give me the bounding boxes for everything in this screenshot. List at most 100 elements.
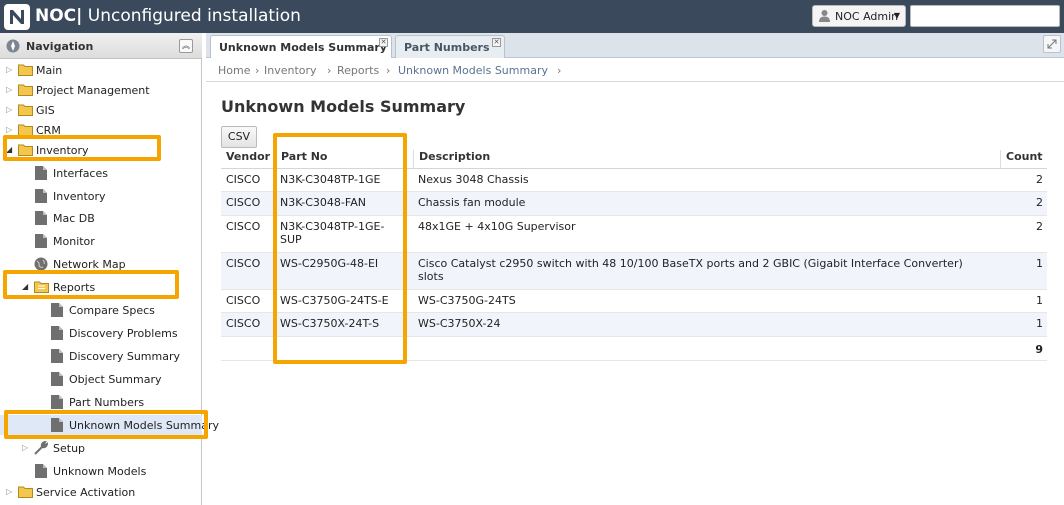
cell-count: 2 <box>1036 196 1043 209</box>
nav-item-mac-db[interactable]: Mac DB <box>0 208 202 228</box>
document-icon <box>51 395 63 409</box>
document-icon <box>51 326 63 340</box>
expand-arrow-icon[interactable]: ▷ <box>22 443 28 452</box>
nav-item-label: Inventory <box>53 190 106 203</box>
expand-arrow-icon[interactable]: ▷ <box>6 105 12 114</box>
navigation-icon <box>6 39 20 53</box>
tab-part-numbers[interactable]: Part Numbers ✕ <box>395 35 505 58</box>
cell-vendor: CISCO <box>226 196 261 209</box>
highlight-reports <box>3 270 179 299</box>
noc-logo-icon[interactable] <box>4 4 30 30</box>
breadcrumb-inventory[interactable]: Inventory <box>264 64 317 77</box>
breadcrumb-separator: › <box>386 64 391 77</box>
cell-count: 1 <box>1036 257 1043 270</box>
nav-item-label: Part Numbers <box>69 396 145 409</box>
navigation-title: Navigation <box>26 40 94 53</box>
breadcrumb-current[interactable]: Unknown Models Summary <box>398 64 548 77</box>
column-separator <box>1000 150 1001 168</box>
nav-item-label: Monitor <box>53 235 95 248</box>
close-icon[interactable]: ✕ <box>492 38 501 47</box>
nav-item-label: Main <box>36 64 63 77</box>
nav-item-label: Project Management <box>36 84 150 97</box>
nav-item-discovery-summary[interactable]: Discovery Summary <box>0 346 202 366</box>
tab-label: Unknown Models Summary <box>219 41 387 54</box>
nav-item-service-activation[interactable]: ▷ Service Activation <box>0 482 202 502</box>
column-header-description[interactable]: Description <box>419 150 490 168</box>
folder-icon <box>18 64 33 76</box>
nav-item-monitor[interactable]: Monitor <box>0 231 202 251</box>
close-icon[interactable]: ✕ <box>379 38 388 47</box>
wrench-icon <box>34 441 48 455</box>
column-header-count[interactable]: Count <box>1006 150 1043 168</box>
document-icon <box>51 349 63 363</box>
user-icon <box>819 10 830 22</box>
collapse-panel-button[interactable]: ︽ <box>179 39 193 53</box>
cell-count: 2 <box>1036 173 1043 186</box>
highlight-unknown-models-summary <box>4 410 208 439</box>
expand-arrow-icon[interactable]: ▷ <box>6 85 12 94</box>
nav-item-label: Compare Specs <box>69 304 155 317</box>
nav-item-object-summary[interactable]: Object Summary <box>0 369 202 389</box>
nav-item-project-management[interactable]: ▷ Project Management <box>0 80 202 100</box>
column-header-vendor[interactable]: Vendor <box>226 150 270 168</box>
app-title: NOC| Unconfigured installation <box>35 6 301 26</box>
breadcrumb-separator: › <box>327 64 332 77</box>
cell-vendor: CISCO <box>226 294 261 307</box>
expand-arrow-icon[interactable]: ▷ <box>6 65 12 74</box>
cell-description: Nexus 3048 Chassis <box>418 173 529 186</box>
nav-item-compare-specs[interactable]: Compare Specs <box>0 300 202 320</box>
cell-vendor: CISCO <box>226 220 261 233</box>
document-icon <box>35 166 47 180</box>
highlight-part-no-column <box>273 133 407 364</box>
csv-export-button[interactable]: CSV <box>221 126 257 148</box>
nav-item-label: Service Activation <box>36 486 136 499</box>
globe-icon <box>34 257 48 271</box>
search-input[interactable] <box>910 5 1060 27</box>
nav-item-part-numbers[interactable]: Part Numbers <box>0 392 202 412</box>
nav-item-gis[interactable]: ▷ GIS <box>0 100 202 120</box>
folder-icon <box>18 104 33 116</box>
cell-description: WS-C3750G-24TS <box>418 294 516 307</box>
cell-count: 1 <box>1036 294 1043 307</box>
cell-description: 48x1GE + 4x10G Supervisor <box>418 220 576 233</box>
nav-item-discovery-problems[interactable]: Discovery Problems <box>0 323 202 343</box>
cell-description: Chassis fan module <box>418 196 526 209</box>
installation-title: Unconfigured installation <box>87 6 301 26</box>
cell-description: Cisco Catalyst c2950 switch with 48 10/1… <box>418 257 963 283</box>
expand-arrow-icon[interactable]: ▷ <box>6 487 12 496</box>
total-count: 9 <box>1035 343 1043 356</box>
document-icon <box>51 372 63 386</box>
breadcrumb: Home › Inventory › Reports › Unknown Mod… <box>206 58 1064 82</box>
nav-item-label: Mac DB <box>53 212 95 225</box>
nav-item-label: Object Summary <box>69 373 162 386</box>
nav-item-label: Unknown Models <box>53 465 147 478</box>
cell-description: WS-C3750X-24 <box>418 317 501 330</box>
folder-icon <box>18 84 33 96</box>
nav-item-main[interactable]: ▷ Main <box>0 60 202 80</box>
cell-vendor: CISCO <box>226 173 261 186</box>
breadcrumb-separator: › <box>255 64 260 77</box>
breadcrumb-reports[interactable]: Reports <box>337 64 379 77</box>
maximize-icon[interactable] <box>1043 35 1061 53</box>
folder-icon <box>18 486 33 498</box>
document-icon <box>35 189 47 203</box>
user-menu-button[interactable]: NOC Admin ▼ <box>812 5 906 27</box>
page-title: Unknown Models Summary <box>221 97 466 116</box>
brand: NOC| <box>35 6 83 26</box>
nav-item-label: Setup <box>53 442 86 455</box>
breadcrumb-home[interactable]: Home <box>218 64 250 77</box>
tab-unknown-models-summary[interactable]: Unknown Models Summary ✕ <box>210 35 392 59</box>
cell-count: 2 <box>1036 220 1043 233</box>
nav-item-label: Discovery Problems <box>69 327 178 340</box>
document-icon <box>35 234 47 248</box>
document-icon <box>51 303 63 317</box>
top-bar: NOC| Unconfigured installation NOC Admin… <box>0 0 1064 33</box>
highlight-inventory <box>3 135 161 161</box>
cell-vendor: CISCO <box>226 317 261 330</box>
nav-item-setup[interactable]: ▷ Setup <box>0 438 202 458</box>
nav-item-inventory-leaf[interactable]: Inventory <box>0 186 202 206</box>
nav-item-interfaces[interactable]: Interfaces <box>0 163 202 183</box>
document-icon <box>35 464 47 478</box>
nav-item-unknown-models[interactable]: Unknown Models <box>0 461 202 481</box>
expand-arrow-icon[interactable]: ▷ <box>6 125 12 134</box>
